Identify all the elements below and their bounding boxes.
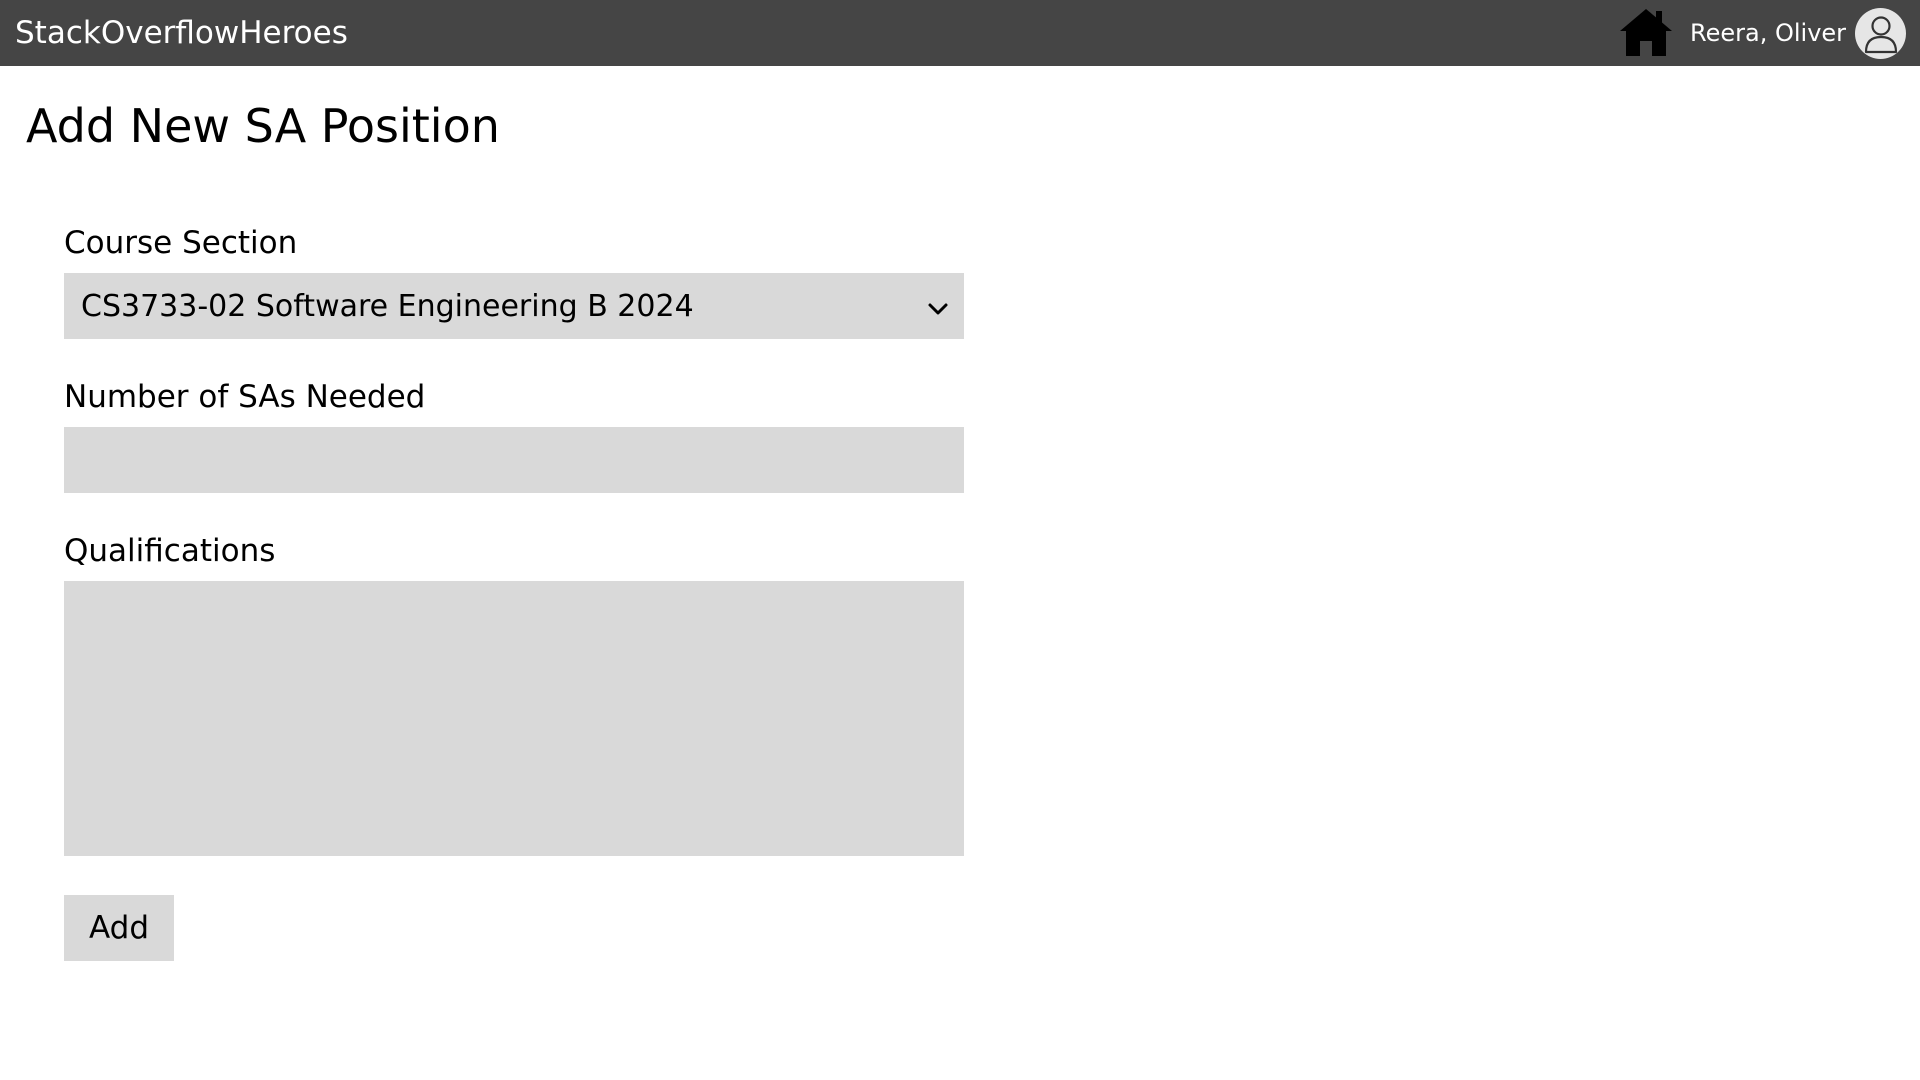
app-title[interactable]: StackOverflowHeroes (15, 14, 348, 52)
page-title: Add New SA Position (26, 99, 500, 153)
add-button[interactable]: Add (64, 895, 174, 961)
course-section-label: Course Section (64, 225, 298, 261)
home-icon[interactable] (1618, 6, 1674, 58)
top-navigation-bar: StackOverflowHeroes Reera, Oliver (0, 0, 1920, 66)
user-name: Reera, Oliver (1690, 19, 1847, 47)
num-sas-label: Number of SAs Needed (64, 379, 426, 415)
num-sas-input[interactable] (64, 427, 964, 493)
user-avatar-icon[interactable] (1855, 8, 1906, 59)
chevron-down-icon (926, 294, 950, 318)
course-section-selected-value: CS3733-02 Software Engineering B 2024 (81, 288, 694, 324)
qualifications-label: Qualifications (64, 533, 276, 569)
course-section-select[interactable]: CS3733-02 Software Engineering B 2024 (64, 273, 964, 339)
qualifications-textarea[interactable] (64, 581, 964, 856)
